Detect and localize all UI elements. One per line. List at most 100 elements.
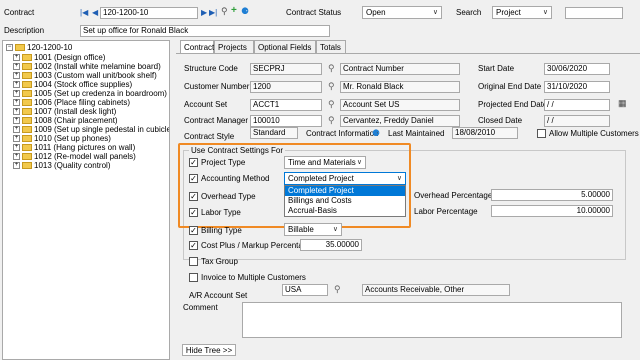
expand-icon[interactable]: + [13, 108, 20, 116]
tab-projects[interactable]: Projects [214, 40, 254, 53]
expand-icon[interactable]: + [13, 135, 20, 143]
billing-type-select[interactable]: Billable ∨ [284, 223, 342, 236]
folder-icon [22, 153, 32, 161]
accounting-option-accrual-basis[interactable]: Accrual-Basis [285, 206, 405, 216]
tab-totals[interactable]: Totals [316, 40, 346, 53]
original-end-date-label: Original End Date [478, 82, 542, 91]
hide-tree-button[interactable]: Hide Tree >> [182, 344, 236, 356]
contract-style-field: Standard [250, 127, 298, 139]
next-record-icon[interactable]: ▶ [201, 8, 207, 17]
overhead-percentage-field[interactable]: 5.00000 [491, 189, 613, 201]
invoice-multiple-label: Invoice to Multiple Customers [201, 273, 306, 282]
comment-textarea[interactable] [242, 302, 622, 338]
contract-input[interactable]: 120-1200-10 [100, 7, 198, 19]
accounting-method-checkbox[interactable]: ✓ [189, 174, 198, 183]
folder-icon [22, 54, 32, 62]
collapse-icon[interactable]: − [6, 44, 13, 52]
expand-icon[interactable]: + [13, 162, 20, 170]
chevron-down-icon: ∨ [432, 9, 438, 16]
account-set-field[interactable]: ACCT1 [250, 99, 322, 111]
contract-manager-field[interactable]: 100010 [250, 115, 322, 127]
contract-tree[interactable]: − 120-1200-10 +1001 (Design office) +1002… [2, 40, 170, 360]
first-record-icon[interactable]: |◀ [80, 8, 88, 17]
last-record-icon[interactable]: ▶| [209, 8, 217, 17]
expand-icon[interactable]: + [13, 126, 20, 134]
description-label: Description [4, 26, 45, 35]
expand-icon[interactable]: + [13, 144, 20, 152]
tree-item-label: 1003 (Custom wall unit/book shelf) [34, 71, 157, 80]
overhead-type-label: Overhead Type [201, 192, 256, 201]
expand-icon[interactable]: + [13, 90, 20, 98]
contract-status-value: Open [366, 8, 386, 17]
finder-icon[interactable]: ⚲ [328, 99, 335, 110]
finder-icon[interactable]: ⚲ [328, 115, 335, 126]
start-date-field[interactable]: 30/06/2020 [544, 63, 610, 75]
add-icon[interactable]: + [231, 5, 237, 16]
expand-icon[interactable]: + [13, 117, 20, 125]
original-end-date-field[interactable]: 31/10/2020 [544, 81, 610, 93]
tab-optional-fields[interactable]: Optional Fields [254, 40, 316, 53]
expand-icon[interactable]: + [13, 99, 20, 107]
labor-percentage-field[interactable]: 10.00000 [491, 205, 613, 217]
structure-code-label: Structure Code [184, 64, 238, 73]
drilldown-icon[interactable]: ⚈ [241, 6, 249, 17]
labor-type-checkbox[interactable]: ✓ [189, 208, 198, 217]
tree-item-label: 1010 (Set up phones) [34, 134, 111, 143]
tab-contract[interactable]: Contract [180, 40, 214, 54]
accounting-option-billings-and-costs[interactable]: Billings and Costs [285, 196, 405, 206]
tree-item-label: 1009 (Set up single pedestal in cubicles… [34, 125, 170, 134]
accounting-method-value: Completed Project [288, 174, 354, 183]
labor-type-label: Labor Type [201, 208, 241, 217]
previous-record-icon[interactable]: ◀ [92, 8, 98, 17]
customer-name-field[interactable]: Mr. Ronald Black [340, 81, 460, 93]
cost-plus-checkbox[interactable]: ✓ [189, 241, 198, 250]
contract-status-select[interactable]: Open ∨ [362, 6, 442, 19]
contract-label: Contract [4, 8, 35, 17]
structure-code-field[interactable]: SECPRJ [250, 63, 322, 75]
finder-icon[interactable]: ⚲ [328, 81, 335, 92]
search-label: Search [456, 8, 482, 17]
contract-style-label: Contract Style [184, 132, 235, 141]
expand-icon[interactable]: + [13, 72, 20, 80]
folder-icon [22, 135, 32, 143]
folder-icon [22, 162, 32, 170]
customer-number-field[interactable]: 1200 [250, 81, 322, 93]
account-set-desc: Account Set US [340, 99, 460, 111]
expand-icon[interactable]: + [13, 54, 20, 62]
finder-icon[interactable]: ⚲ [328, 63, 335, 74]
cost-plus-field[interactable]: 35.00000 [300, 239, 362, 251]
expand-icon[interactable]: + [13, 81, 20, 89]
last-maintained-field: 18/08/2010 [452, 127, 518, 139]
folder-icon [22, 81, 32, 89]
expand-icon[interactable]: + [13, 153, 20, 161]
project-type-select[interactable]: Time and Materials ∨ [284, 156, 366, 169]
finder-icon[interactable]: ⚲ [334, 284, 341, 295]
contract-number-field[interactable]: Contract Number [340, 63, 460, 75]
ar-account-set-field[interactable]: USA [282, 284, 328, 296]
accounting-method-dropdown[interactable]: Completed Project Billings and Costs Acc… [284, 185, 406, 217]
tree-root[interactable]: − 120-1200-10 [6, 43, 72, 53]
tax-group-checkbox[interactable] [189, 257, 198, 266]
search-select[interactable]: Project ∨ [492, 6, 552, 19]
chevron-down-icon: ∨ [332, 226, 338, 233]
overhead-type-checkbox[interactable]: ✓ [189, 192, 198, 201]
tax-group-label: Tax Group [201, 257, 238, 266]
tree-item[interactable]: +1013 (Quality control) [13, 161, 110, 171]
project-type-checkbox[interactable]: ✓ [189, 158, 198, 167]
allow-multiple-customers-checkbox[interactable] [537, 129, 546, 138]
drilldown-icon[interactable]: ⚈ [372, 128, 380, 139]
folder-icon [22, 72, 32, 80]
chevron-down-icon: ∨ [542, 9, 548, 16]
calendar-icon[interactable]: ▦ [618, 98, 627, 109]
billing-type-label: Billing Type [201, 226, 242, 235]
billing-type-checkbox[interactable]: ✓ [189, 226, 198, 235]
accounting-option-completed-project[interactable]: Completed Project [285, 186, 405, 196]
finder-icon[interactable]: ⚲ [221, 6, 228, 17]
description-input[interactable]: Set up office for Ronald Black [80, 25, 330, 37]
invoice-multiple-checkbox[interactable] [189, 273, 198, 282]
projected-end-date-field[interactable]: / / [544, 99, 610, 111]
search-input[interactable] [565, 7, 623, 19]
tree-item-label: 1008 (Chair placement) [34, 116, 118, 125]
expand-icon[interactable]: + [13, 63, 20, 71]
accounting-method-select[interactable]: Completed Project ∨ [284, 172, 406, 185]
